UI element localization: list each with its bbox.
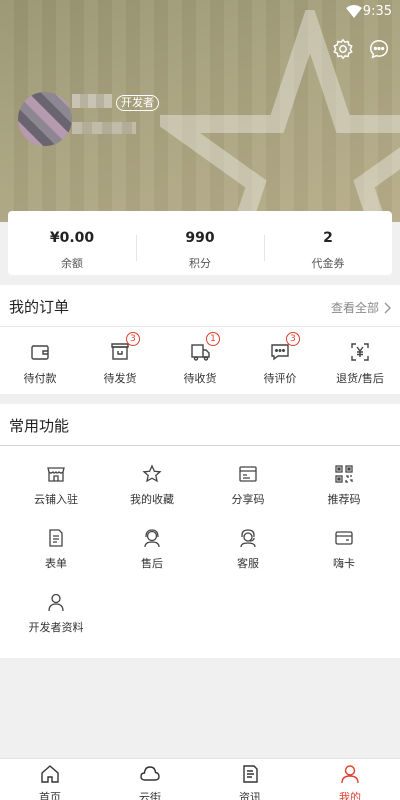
comment-icon: 3 <box>269 332 300 363</box>
news-icon <box>243 765 258 783</box>
order-label: 待评价 <box>263 372 297 385</box>
order-pending-payment[interactable]: 待付款 <box>0 341 80 386</box>
stat-vouchers[interactable]: 2 代金券 <box>264 211 392 275</box>
box-icon: 3 <box>109 332 140 363</box>
order-refund-aftersale[interactable]: 退货/售后 <box>320 341 400 386</box>
stat-label: 积分 <box>189 257 211 270</box>
order-label: 退货/售后 <box>336 372 384 385</box>
func-label: 推荐码 <box>327 493 361 506</box>
home-icon <box>41 765 59 783</box>
stat-value: 990 <box>185 230 215 246</box>
stat-value: 2 <box>323 230 333 246</box>
section-title: 我的订单 <box>9 298 70 316</box>
func-developer-profile[interactable]: 开发者资料 <box>8 592 104 656</box>
avatar[interactable] <box>18 92 72 146</box>
func-share-code[interactable]: 分享码 <box>200 464 296 528</box>
username-redacted <box>72 94 112 108</box>
func-label: 我的收藏 <box>130 493 174 506</box>
tab-label: 我的 <box>339 791 361 800</box>
func-label: 嗨卡 <box>333 557 355 570</box>
tab-label: 首页 <box>39 791 61 800</box>
order-pending-shipment[interactable]: 3 待发货 <box>80 332 160 386</box>
settings-icon[interactable] <box>332 38 354 60</box>
tab-home[interactable]: 首页 <box>0 759 100 800</box>
func-store-join[interactable]: 云铺入驻 <box>8 464 104 528</box>
tab-mine[interactable]: 我的 <box>300 759 400 800</box>
functions-grid: 云铺入驻 我的收藏 分享码 推荐码 表单 售后 客服 嗨卡 开发者资料 <box>0 446 400 656</box>
func-aftersale[interactable]: 售后 <box>104 528 200 592</box>
star-icon <box>142 464 162 484</box>
section-title: 常用功能 <box>9 417 70 435</box>
status-time: 9:35 <box>362 4 392 19</box>
developer-badge: 开发者 <box>116 95 159 111</box>
tab-news[interactable]: 资讯 <box>200 759 300 800</box>
order-pending-receipt[interactable]: 1 待收货 <box>160 332 240 386</box>
func-label: 售后 <box>141 557 163 570</box>
refund-icon <box>349 341 371 363</box>
tab-label: 资讯 <box>239 791 261 800</box>
chevron-right-icon <box>384 302 391 313</box>
func-referral-code[interactable]: 推荐码 <box>296 464 392 528</box>
message-icon[interactable] <box>368 38 390 60</box>
order-label: 待收货 <box>183 372 217 385</box>
func-label: 云铺入驻 <box>34 493 78 506</box>
order-status-row: 待付款 3 待发货 1 待收货 3 待评价 退货/售后 <box>0 327 400 386</box>
wallet-icon <box>29 341 51 363</box>
truck-icon: 1 <box>189 332 220 363</box>
func-label: 分享码 <box>231 493 265 506</box>
func-label: 客服 <box>237 557 259 570</box>
card-icon <box>334 528 354 548</box>
order-pending-review[interactable]: 3 待评价 <box>240 332 320 386</box>
func-favorites[interactable]: 我的收藏 <box>104 464 200 528</box>
headset-icon <box>238 528 258 548</box>
profile-icon <box>341 765 359 784</box>
user-id-redacted <box>72 122 136 134</box>
stat-balance[interactable]: ¥0.00 余额 <box>8 211 136 275</box>
order-badge: 3 <box>286 332 300 346</box>
wifi-icon <box>346 5 362 18</box>
stat-points[interactable]: 990 积分 <box>136 211 264 275</box>
bottom-tab-bar: 首页 云街 资讯 我的 <box>0 758 400 800</box>
tab-cloud-street[interactable]: 云街 <box>100 759 200 800</box>
functions-header: 常用功能 <box>0 404 400 446</box>
tab-label: 云街 <box>139 791 161 800</box>
func-label: 开发者资料 <box>28 621 84 634</box>
func-customer-service[interactable]: 客服 <box>200 528 296 592</box>
order-badge: 1 <box>206 332 220 346</box>
functions-panel: 常用功能 云铺入驻 我的收藏 分享码 推荐码 表单 售后 客服 嗨卡 开发者资料 <box>0 404 400 658</box>
service-person-icon <box>142 528 162 548</box>
form-icon <box>46 528 66 548</box>
qr-code-icon <box>334 464 354 484</box>
order-badge: 3 <box>126 332 140 346</box>
orders-panel: 我的订单 查看全部 待付款 3 待发货 1 待收货 3 待评价 退货/售后 <box>0 285 400 394</box>
user-icon <box>46 592 66 612</box>
status-bar: 9:35 <box>0 0 400 24</box>
order-label: 待付款 <box>23 372 57 385</box>
stat-value: ¥0.00 <box>49 230 95 246</box>
profile-header: 9:35 开发者 <box>0 0 400 222</box>
account-stats: ¥0.00 余额 990 积分 2 代金券 <box>8 211 392 275</box>
func-label: 表单 <box>45 557 67 570</box>
order-label: 待发货 <box>103 372 137 385</box>
cloud-icon <box>140 766 160 781</box>
view-all-orders-link[interactable]: 查看全部 <box>331 299 392 316</box>
func-form[interactable]: 表单 <box>8 528 104 592</box>
card-code-icon <box>238 464 258 484</box>
orders-header: 我的订单 查看全部 <box>0 285 400 327</box>
star-decoration <box>160 10 400 222</box>
stat-label: 余额 <box>61 257 83 270</box>
stat-label: 代金券 <box>311 257 345 270</box>
view-all-label: 查看全部 <box>330 301 379 315</box>
func-hi-card[interactable]: 嗨卡 <box>296 528 392 592</box>
store-icon <box>46 464 66 484</box>
